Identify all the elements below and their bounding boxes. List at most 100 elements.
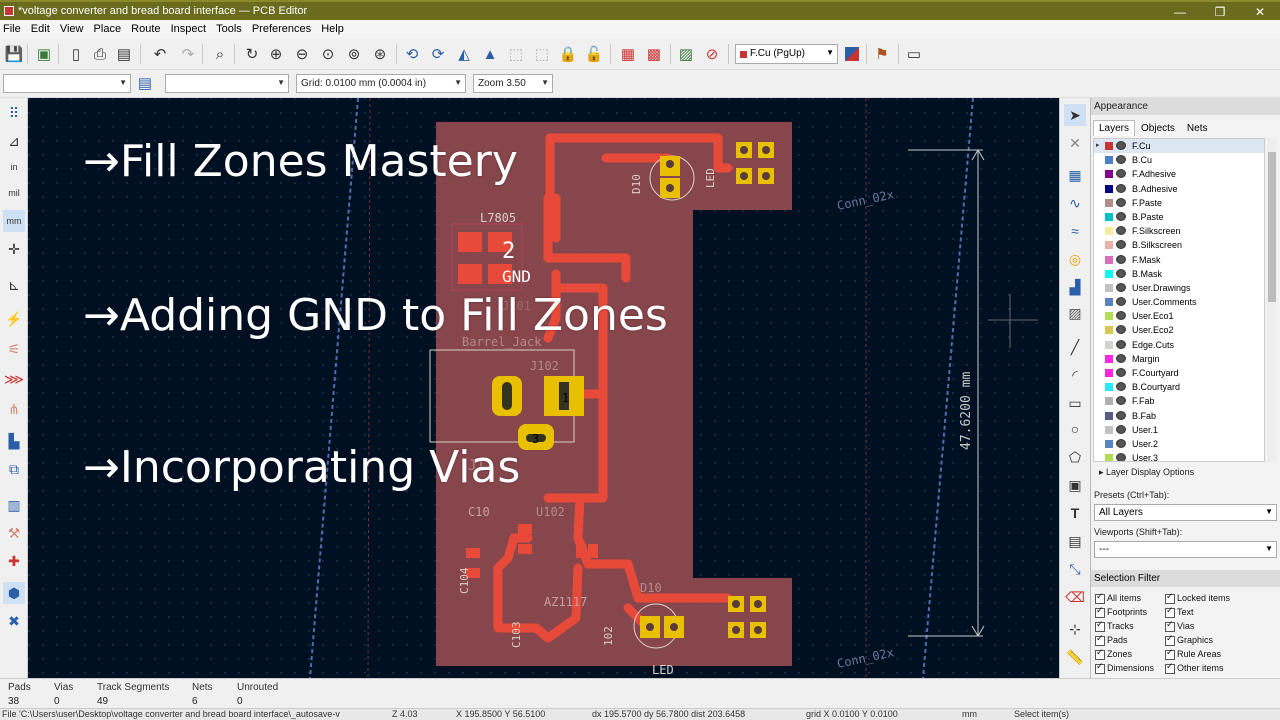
layer-pair-icon[interactable] (842, 44, 862, 64)
polar-coords-icon[interactable]: ⊿ (3, 130, 25, 152)
drc-icon[interactable]: ⊘ (702, 44, 722, 64)
diff-pair-icon[interactable]: ≈ (1064, 220, 1086, 242)
zoom-out-icon[interactable]: ⊖ (292, 44, 312, 64)
layer-row[interactable]: F.Mask (1094, 253, 1264, 267)
layer-row[interactable]: Margin (1094, 352, 1264, 366)
filter-tracks[interactable]: Tracks (1095, 619, 1134, 632)
via-outline-icon[interactable]: ⋔ (3, 398, 25, 420)
visibility-eye-icon[interactable] (1116, 183, 1126, 193)
filter-other-items[interactable]: Other items (1165, 661, 1224, 674)
filter-text[interactable]: Text (1165, 605, 1194, 618)
layer-color-swatch[interactable] (1105, 227, 1113, 236)
visibility-eye-icon[interactable] (1116, 353, 1126, 363)
draw-rect-icon[interactable]: ▭ (1064, 392, 1086, 414)
visibility-eye-icon[interactable] (1116, 438, 1126, 448)
track-outline-icon[interactable]: ⋙ (3, 368, 25, 390)
layer-row[interactable]: User.Comments (1094, 295, 1264, 309)
add-image-icon[interactable]: ▣ (1064, 474, 1086, 496)
layer-color-swatch[interactable] (1105, 241, 1113, 250)
layer-color-swatch[interactable] (1105, 425, 1113, 434)
layer-row[interactable]: User.Eco2 (1094, 323, 1264, 337)
layer-color-swatch[interactable] (1105, 411, 1113, 420)
visibility-eye-icon[interactable] (1116, 410, 1126, 420)
layer-row[interactable]: F.Adhesive (1094, 167, 1264, 181)
zoom-select[interactable]: Zoom 3.50 ▼ (473, 74, 553, 93)
add-footprint-icon[interactable]: ▦ (1064, 164, 1086, 186)
add-via-icon[interactable]: ◎ (1064, 248, 1086, 270)
unlock-icon[interactable]: 🔓 (584, 44, 604, 64)
maximize-button[interactable]: ❐ (1200, 2, 1240, 22)
footprint-editor-icon[interactable]: ⚑ (872, 44, 892, 64)
net-inspector-icon[interactable]: ▥ (3, 494, 25, 516)
filter-locked-items[interactable]: Locked items (1165, 591, 1230, 604)
menu-edit[interactable]: Edit (28, 20, 54, 35)
rotate-cw-icon[interactable]: ⟳ (428, 44, 448, 64)
visibility-eye-icon[interactable] (1116, 226, 1126, 236)
high-contrast-icon[interactable]: ▙ (3, 430, 25, 452)
update-pcb-icon[interactable]: ▩ (644, 44, 664, 64)
tab-nets[interactable]: Nets (1181, 120, 1214, 137)
add-zone-icon[interactable]: ▟ (1064, 276, 1086, 298)
visibility-eye-icon[interactable] (1116, 254, 1126, 264)
layer-row[interactable]: User.Eco1 (1094, 309, 1264, 323)
layer-color-swatch[interactable] (1105, 454, 1113, 461)
pcb-canvas[interactable]: L7805 Barrel_Jack J102 J12 C10 U102 AZ11… (28, 98, 1059, 678)
visibility-eye-icon[interactable] (1116, 211, 1126, 221)
via-size-select[interactable]: ▼ (165, 74, 289, 93)
layer-row[interactable]: B.Courtyard (1094, 380, 1264, 394)
viewports-select[interactable]: --- ▼ (1094, 541, 1277, 558)
minimize-button[interactable]: — (1160, 2, 1200, 22)
zoom-objects-icon[interactable]: ⊚ (344, 44, 364, 64)
zoom-selection-icon[interactable]: ⊛ (370, 44, 390, 64)
layers-manager-icon[interactable]: ⧉ (3, 458, 25, 480)
filter-footprints[interactable]: Footprints (1095, 605, 1147, 618)
measure-icon[interactable]: ✚ (3, 550, 25, 572)
menu-preferences[interactable]: Preferences (249, 20, 315, 35)
draw-circle-icon[interactable]: ○ (1064, 418, 1086, 440)
plot-icon[interactable]: ▤ (114, 44, 134, 64)
mils-icon[interactable]: mil (3, 182, 25, 204)
layer-row[interactable]: User.1 (1094, 423, 1264, 437)
visibility-eye-icon[interactable] (1116, 141, 1126, 150)
layer-color-swatch[interactable] (1105, 397, 1113, 406)
filter-pads[interactable]: Pads (1095, 633, 1128, 646)
layer-color-swatch[interactable] (1105, 269, 1113, 278)
menu-help[interactable]: Help (318, 20, 348, 35)
zone-fill-icon[interactable]: ⚟ (3, 338, 25, 360)
save-icon[interactable]: 💾 (4, 44, 24, 64)
visibility-eye-icon[interactable] (1116, 311, 1126, 321)
properties-icon[interactable]: ✖ (3, 610, 25, 632)
layer-row[interactable]: User.3 (1094, 451, 1264, 461)
python-console-icon[interactable]: ▭ (904, 44, 924, 64)
layer-row[interactable]: User.2 (1094, 437, 1264, 451)
grid-select[interactable]: Grid: 0.0100 mm (0.0004 in) ▼ (296, 74, 466, 93)
inches-icon[interactable]: in (3, 156, 25, 178)
layer-row[interactable]: B.Mask (1094, 267, 1264, 281)
curved-ratsnest-icon[interactable]: ⚡ (3, 308, 25, 330)
layer-color-swatch[interactable] (1105, 212, 1113, 221)
page-settings-icon[interactable]: ▯ (66, 44, 86, 64)
layer-row[interactable]: B.Fab (1094, 409, 1264, 423)
layer-color-swatch[interactable] (1105, 439, 1113, 448)
set-origin-icon[interactable]: ⊹ (1064, 618, 1086, 640)
visibility-eye-icon[interactable] (1116, 325, 1126, 335)
filter-graphics[interactable]: Graphics (1165, 633, 1213, 646)
layer-color-swatch[interactable] (1105, 326, 1113, 335)
redo-icon[interactable]: ↷ (178, 44, 198, 64)
undo-icon[interactable]: ↶ (150, 44, 170, 64)
visibility-eye-icon[interactable] (1116, 197, 1126, 207)
board-setup-icon[interactable]: ▣ (34, 44, 54, 64)
layer-color-swatch[interactable] (1105, 312, 1113, 321)
track-width-select[interactable]: ▼ (3, 74, 131, 93)
visibility-eye-icon[interactable] (1116, 396, 1126, 406)
millimeters-icon[interactable]: mm (3, 210, 25, 232)
layer-row[interactable]: ▸ F.Cu (1094, 139, 1264, 154)
layer-row[interactable]: F.Courtyard (1094, 366, 1264, 380)
layer-list-scrollbar[interactable] (1267, 138, 1277, 462)
layer-row[interactable]: B.Silkscreen (1094, 238, 1264, 252)
menu-file[interactable]: File (0, 20, 25, 35)
layer-color-swatch[interactable] (1105, 142, 1113, 150)
visibility-eye-icon[interactable] (1116, 424, 1126, 434)
group-icon[interactable]: ⬚ (506, 44, 526, 64)
draw-arc-icon[interactable]: ◜ (1064, 364, 1086, 386)
